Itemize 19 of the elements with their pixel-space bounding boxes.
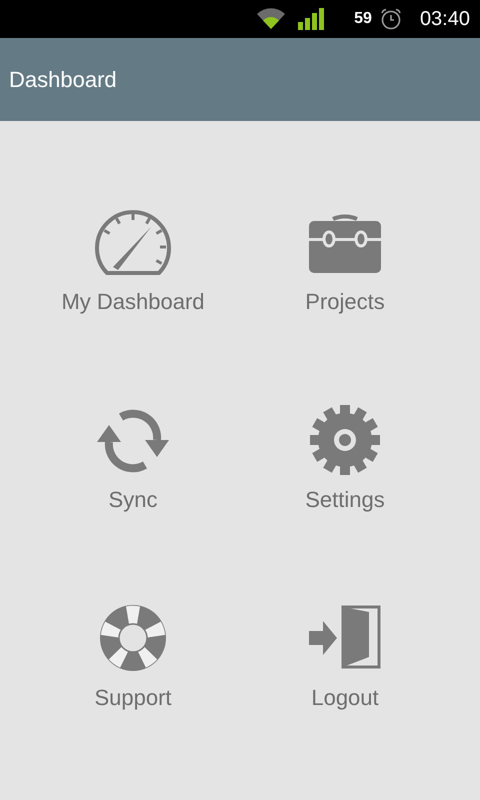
menu-tile[interactable]: My Dashboard <box>27 207 239 405</box>
menu-tile[interactable]: Settings <box>239 405 451 603</box>
signal-icon <box>298 8 324 30</box>
alarm-clock-icon <box>380 8 402 30</box>
menu-tile[interactable]: Logout <box>239 603 451 800</box>
speedometer-icon <box>93 207 173 277</box>
tile-label: Sync <box>108 487 158 513</box>
wifi-icon <box>256 8 286 30</box>
clock-time: 03:40 <box>420 8 470 30</box>
screen-title: Dashboard <box>9 66 117 92</box>
tile-label: Support <box>94 685 172 711</box>
battery-level: 59 <box>354 10 372 28</box>
tile-label: Projects <box>305 289 385 315</box>
menu-tile[interactable]: Support <box>27 603 239 800</box>
tile-label: Settings <box>305 487 385 513</box>
tile-label: My Dashboard <box>61 289 205 315</box>
menu-tile[interactable]: Projects <box>239 207 451 405</box>
tile-label: Logout <box>311 685 379 711</box>
menu-tile[interactable]: Sync <box>27 405 239 603</box>
